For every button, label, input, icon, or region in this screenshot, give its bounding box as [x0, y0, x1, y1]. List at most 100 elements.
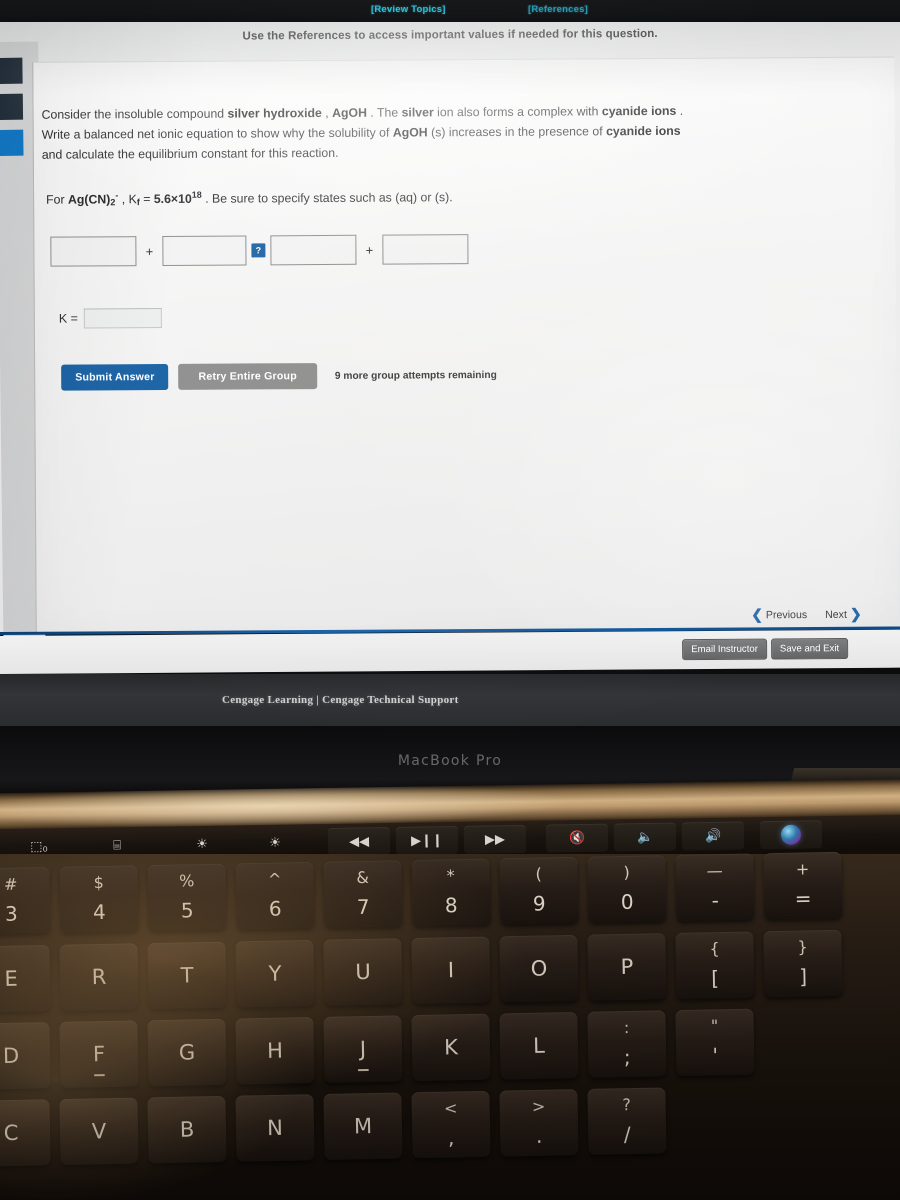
- key-label: I: [447, 958, 455, 983]
- previous-button[interactable]: ❮ Previous: [751, 606, 807, 623]
- key-f[interactable]: F: [59, 1020, 139, 1088]
- volume-down-icon[interactable]: 🔈: [613, 822, 677, 852]
- term-agoh-1: AgOH: [332, 105, 367, 120]
- assignment-page: Use the References to access important v…: [0, 14, 900, 642]
- key-m[interactable]: M: [323, 1092, 403, 1160]
- rewind-icon[interactable]: ◀◀: [327, 827, 391, 856]
- key-sym[interactable]: + =: [763, 851, 843, 920]
- kf-mantissa: 5.6×10: [153, 191, 192, 207]
- sidebar-block-2[interactable]: [0, 93, 24, 120]
- key-shift-label: ?: [622, 1095, 632, 1115]
- key-label: R: [91, 964, 107, 990]
- toolbar-buttons: Email Instructor Save and Exit: [682, 638, 849, 661]
- browser-top-bar: [Review Topics] [References]: [0, 0, 900, 22]
- key-l[interactable]: L: [499, 1011, 579, 1080]
- term-cyanide-ions-2: cyanide ions: [606, 123, 681, 139]
- key-sym[interactable]: }]: [763, 929, 843, 998]
- cengage-footer-links[interactable]: Cengage Learning | Cengage Technical Sup…: [222, 694, 459, 706]
- key-label: -: [711, 888, 720, 913]
- product-1-input[interactable]: [270, 234, 357, 266]
- question-line-1a: Consider the insoluble compound: [41, 106, 228, 122]
- key-o[interactable]: O: [499, 934, 579, 1003]
- play-pause-icon[interactable]: ▶❙❙: [395, 825, 459, 855]
- email-instructor-button[interactable]: Email Instructor: [682, 638, 767, 661]
- key-shift-label: $: [93, 872, 105, 893]
- key-shift-label: (: [535, 864, 542, 884]
- key-sym[interactable]: {[: [675, 931, 755, 999]
- key-7[interactable]: & 7: [323, 860, 403, 928]
- attempts-remaining-text: 9 more group attempts remaining: [334, 369, 497, 382]
- question-line-1c: . The: [366, 105, 402, 120]
- key-shift-label: +: [795, 859, 810, 879]
- key-sym[interactable]: >.: [499, 1089, 579, 1157]
- action-button-row: Submit Answer Retry Entire Group 9 more …: [61, 362, 497, 391]
- next-button[interactable]: Next ❯: [825, 606, 862, 623]
- key-j[interactable]: J: [323, 1015, 403, 1083]
- save-and-exit-button[interactable]: Save and Exit: [770, 638, 849, 660]
- key-n[interactable]: N: [235, 1094, 315, 1162]
- question-text: Consider the insoluble compound silver h…: [42, 100, 882, 165]
- key-p[interactable]: P: [587, 933, 667, 1001]
- retry-entire-group-button[interactable]: Retry Entire Group: [178, 363, 317, 390]
- volume-up-icon[interactable]: 🔊: [681, 821, 745, 851]
- review-topics-link[interactable]: [Review Topics]: [371, 4, 446, 15]
- key-label: H: [266, 1038, 284, 1063]
- key-8[interactable]: * 8: [411, 858, 491, 926]
- key-6[interactable]: ^ 6: [235, 861, 315, 930]
- key-label: C: [3, 1120, 19, 1146]
- key-b[interactable]: B: [147, 1095, 227, 1164]
- key-sym[interactable]: — -: [675, 853, 755, 921]
- key-label: ': [712, 1043, 719, 1068]
- siri-icon[interactable]: [759, 820, 823, 850]
- question-line-2a: Write a balanced net ionic equation to s…: [41, 125, 393, 142]
- key-i[interactable]: I: [411, 936, 491, 1004]
- key-k[interactable]: K: [411, 1013, 491, 1082]
- key-g[interactable]: G: [147, 1018, 227, 1087]
- submit-answer-button[interactable]: Submit Answer: [61, 363, 169, 391]
- equilibrium-arrow-icon[interactable]: ?: [251, 243, 266, 258]
- key-r[interactable]: R: [59, 943, 139, 1011]
- question-line-1b: ,: [321, 105, 333, 121]
- key-3[interactable]: #3: [0, 866, 51, 935]
- key-home-nub: [357, 1068, 369, 1072]
- key-sym[interactable]: " ': [675, 1008, 755, 1077]
- reactant-2-input[interactable]: [162, 235, 247, 266]
- product-2-input[interactable]: [382, 234, 469, 265]
- sidebar-block-3-active[interactable]: [0, 129, 24, 156]
- key-u[interactable]: U: [323, 938, 403, 1006]
- key-shift-label: >: [531, 1096, 546, 1117]
- key-c[interactable]: C: [0, 1099, 51, 1167]
- key-label: F: [92, 1042, 106, 1067]
- key-9[interactable]: (9: [499, 856, 579, 925]
- kf-suffix: . Be sure to specify states such as (aq)…: [201, 190, 453, 206]
- fast-forward-icon[interactable]: ▶▶: [463, 824, 527, 854]
- key-0[interactable]: ) 0: [587, 855, 667, 923]
- key-label: M: [353, 1114, 373, 1139]
- key-t[interactable]: T: [147, 941, 227, 1010]
- assignment-toolbar: Email Instructor Save and Exit: [0, 629, 900, 674]
- key-label: D: [2, 1043, 20, 1069]
- key-sym[interactable]: <,: [411, 1090, 491, 1159]
- key-label: =: [794, 886, 812, 911]
- keyboard-brightness-up-icon[interactable]: ☀: [258, 829, 292, 858]
- key-label: .: [535, 1123, 543, 1148]
- key-5[interactable]: % 5: [147, 863, 227, 932]
- key-h[interactable]: H: [235, 1017, 315, 1085]
- key-sym[interactable]: :;: [587, 1010, 667, 1078]
- references-link[interactable]: [References]: [528, 4, 588, 15]
- key-d[interactable]: D: [0, 1022, 51, 1090]
- sidebar-block-1[interactable]: [0, 57, 23, 84]
- key-shift-label: :: [623, 1017, 630, 1038]
- previous-label: Previous: [765, 608, 808, 621]
- reactant-1-input[interactable]: [50, 236, 137, 267]
- kf-equals: =: [139, 192, 154, 207]
- key-label: J: [359, 1037, 367, 1062]
- mute-icon[interactable]: 🔇: [545, 823, 609, 853]
- key-y[interactable]: Y: [235, 939, 315, 1008]
- k-value-input[interactable]: [83, 307, 163, 329]
- key-4[interactable]: $4: [59, 865, 139, 933]
- key-v[interactable]: V: [59, 1097, 139, 1166]
- key-e[interactable]: E: [0, 944, 51, 1013]
- key-sym[interactable]: ? /: [587, 1087, 667, 1155]
- question-card: Consider the insoluble compound silver h…: [32, 56, 898, 634]
